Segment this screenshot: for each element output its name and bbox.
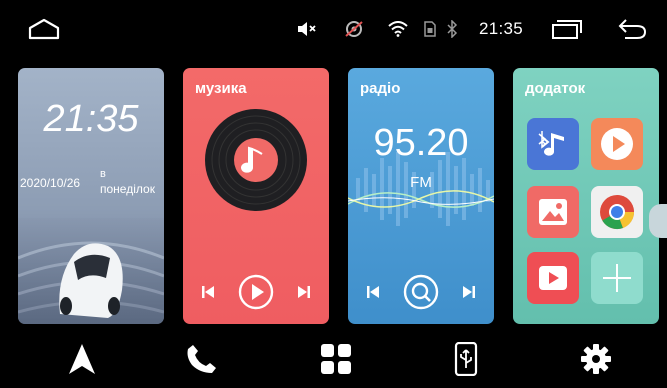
- radio-band: FM: [410, 174, 432, 191]
- back-icon: [618, 19, 647, 39]
- add-icon: [603, 264, 631, 292]
- recents-button[interactable]: [548, 0, 586, 58]
- bluetooth-music-icon: [538, 131, 564, 156]
- skip-next-icon: [298, 286, 310, 298]
- back-button[interactable]: [614, 0, 650, 58]
- mute-icon: [296, 0, 318, 58]
- navigation-button[interactable]: [60, 330, 104, 388]
- vinyl-record-icon: [205, 109, 307, 211]
- apps-grid-button[interactable]: [314, 330, 358, 388]
- clock-widget[interactable]: 21:35 2020/10/26 в понеділок: [18, 68, 164, 324]
- music-play-button[interactable]: [236, 272, 276, 312]
- navigation-icon: [69, 344, 95, 374]
- bluetooth-music-app[interactable]: [527, 118, 579, 170]
- chrome-app[interactable]: [591, 186, 643, 238]
- wifi-icon: [386, 0, 410, 58]
- skip-previous-icon: [202, 286, 214, 298]
- chrome-icon: [600, 195, 635, 230]
- music-title: музика: [195, 80, 247, 97]
- skip-previous-icon: [367, 286, 379, 298]
- radio-widget[interactable]: радіо 95.20 FM: [348, 68, 494, 324]
- status-clock: 21:35: [478, 19, 524, 38]
- radio-next-button[interactable]: [456, 272, 482, 312]
- widget-weekday: понеділок: [100, 182, 155, 196]
- phone-link-button[interactable]: [444, 330, 488, 388]
- widget-time: 21:35: [43, 98, 139, 140]
- radio-previous-button[interactable]: [360, 272, 386, 312]
- car-image: [18, 218, 164, 324]
- play-icon: [238, 274, 274, 310]
- youtube-app[interactable]: [527, 252, 579, 304]
- home-icon: [28, 18, 60, 40]
- youtube-icon: [539, 266, 567, 290]
- phone-link-icon: [454, 342, 478, 376]
- video-player-icon: [601, 128, 633, 160]
- apps-grid-icon: [321, 344, 351, 374]
- search-icon: [403, 274, 439, 310]
- side-drawer-handle[interactable]: [649, 204, 667, 238]
- status-bar: 21:35: [0, 0, 667, 58]
- gallery-icon: [539, 199, 567, 225]
- widget-date: 2020/10/26: [20, 176, 81, 190]
- add-app-button[interactable]: [591, 252, 643, 304]
- video-player-app[interactable]: [591, 118, 643, 170]
- phone-icon: [187, 345, 216, 373]
- radio-search-button[interactable]: [401, 272, 441, 312]
- recents-icon: [552, 20, 582, 39]
- bluetooth-icon: [444, 0, 460, 58]
- sim-icon: [422, 0, 438, 58]
- apps-title: додаток: [525, 80, 586, 97]
- settings-icon: [581, 344, 611, 374]
- home-button[interactable]: [22, 0, 66, 58]
- widget-weekday-prep: в: [100, 168, 106, 180]
- radio-title: радіо: [360, 80, 401, 97]
- radio-frequency: 95.20: [373, 122, 469, 164]
- gps-off-icon: [342, 0, 366, 58]
- apps-widget: додаток: [513, 68, 659, 324]
- music-widget[interactable]: музика: [183, 68, 329, 324]
- music-next-button[interactable]: [291, 272, 317, 312]
- gallery-app[interactable]: [527, 186, 579, 238]
- settings-button[interactable]: [574, 330, 618, 388]
- music-previous-button[interactable]: [195, 272, 221, 312]
- phone-button[interactable]: [180, 330, 224, 388]
- skip-next-icon: [463, 286, 475, 298]
